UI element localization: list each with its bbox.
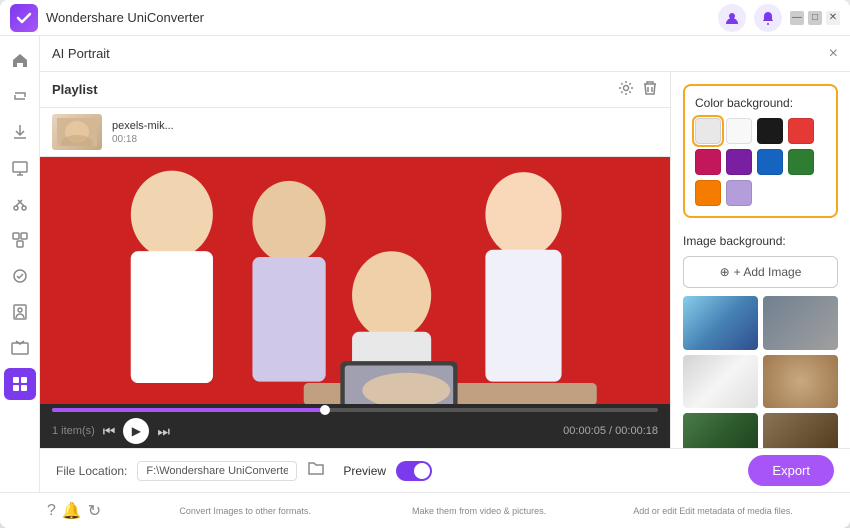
user-icon-btn[interactable] bbox=[718, 4, 746, 32]
file-location-label: File Location: bbox=[56, 464, 127, 478]
bg-image-5[interactable] bbox=[683, 413, 758, 448]
left-panel: Playlist bbox=[40, 72, 670, 448]
color-swatch-black[interactable] bbox=[757, 118, 783, 144]
help-icon[interactable]: ? bbox=[47, 502, 56, 520]
playlist-items: pexels-mik... 00:18 bbox=[40, 108, 670, 157]
color-background-label: Color background: bbox=[695, 96, 826, 110]
app-logo bbox=[10, 4, 38, 32]
app-title: Wondershare UniConverter bbox=[46, 10, 718, 25]
play-button[interactable]: ▶ bbox=[123, 418, 149, 444]
playlist-thumbnail bbox=[52, 114, 102, 150]
sidebar-item-screen[interactable] bbox=[4, 152, 36, 184]
right-panel: Color background: bbox=[670, 72, 850, 448]
footer-item-metadata: Add or edit Edit metadata of media files… bbox=[613, 506, 813, 516]
sidebar-item-tv[interactable] bbox=[4, 332, 36, 364]
add-icon: ⊕ bbox=[720, 265, 730, 279]
sidebar-item-convert[interactable] bbox=[4, 80, 36, 112]
sidebar-item-merge[interactable] bbox=[4, 224, 36, 256]
toggle-knob bbox=[414, 463, 430, 479]
playlist-header: Playlist bbox=[40, 72, 670, 108]
prev-button[interactable]: ⏮ bbox=[103, 423, 116, 440]
color-swatch-purple[interactable] bbox=[726, 149, 752, 175]
preview-label: Preview bbox=[343, 464, 386, 478]
current-time: 00:00:05 bbox=[563, 425, 606, 437]
footer-video-text: Make them from video & pictures. bbox=[412, 506, 546, 516]
refresh-icon[interactable]: ↻ bbox=[88, 501, 101, 521]
panel-header: AI Portrait × bbox=[40, 36, 850, 72]
next-button[interactable]: ⏭ bbox=[157, 423, 170, 440]
video-controls: 1 item(s) ⏮ ▶ ⏭ 00:00:05 / 00:00:18 bbox=[40, 404, 670, 448]
color-swatch-dark-blue[interactable] bbox=[757, 149, 783, 175]
controls-row: 1 item(s) ⏮ ▶ ⏭ 00:00:05 / 00:00:18 bbox=[52, 418, 658, 444]
color-grid bbox=[695, 118, 826, 206]
playlist-item-name: pexels-mik... bbox=[112, 120, 658, 132]
color-swatch-white[interactable] bbox=[726, 118, 752, 144]
progress-fill bbox=[52, 408, 325, 412]
file-path-input[interactable] bbox=[137, 461, 297, 481]
footer-convert-text: Convert Images to other formats. bbox=[179, 506, 311, 516]
app-footer: ? 🔔 ↻ Convert Images to other formats. M… bbox=[0, 492, 850, 528]
bg-images-grid bbox=[683, 296, 838, 448]
playlist-item-duration: 00:18 bbox=[112, 134, 658, 145]
footer-metadata-text: Add or edit Edit metadata of media files… bbox=[633, 506, 793, 516]
time-display: 00:00:05 / 00:00:18 bbox=[563, 425, 658, 437]
color-swatch-red[interactable] bbox=[788, 118, 814, 144]
playlist-delete-icon[interactable] bbox=[642, 80, 658, 100]
bg-image-2[interactable] bbox=[763, 296, 838, 350]
sidebar-item-portrait[interactable] bbox=[4, 296, 36, 328]
video-frame bbox=[40, 157, 670, 404]
playlist-settings-icon[interactable] bbox=[618, 80, 634, 100]
playlist-item-info: pexels-mik... 00:18 bbox=[112, 120, 658, 145]
thumbnail-image bbox=[52, 114, 102, 150]
folder-icon[interactable] bbox=[307, 459, 325, 482]
total-time: 00:00:18 bbox=[615, 425, 658, 437]
sidebar-item-cut[interactable] bbox=[4, 188, 36, 220]
bg-image-4[interactable] bbox=[763, 355, 838, 409]
progress-handle[interactable] bbox=[320, 405, 330, 415]
bell-icon[interactable]: 🔔 bbox=[62, 501, 82, 521]
progress-bar[interactable] bbox=[52, 408, 658, 412]
color-swatch-light-gray[interactable] bbox=[695, 118, 721, 144]
bg-image-3[interactable] bbox=[683, 355, 758, 409]
minimize-button[interactable]: — bbox=[790, 11, 804, 25]
sidebar-item-grid[interactable] bbox=[4, 368, 36, 400]
bottom-bar: File Location: Preview Export bbox=[40, 448, 850, 492]
title-bar-icons bbox=[718, 4, 782, 32]
sidebar bbox=[0, 36, 40, 492]
sidebar-item-download[interactable] bbox=[4, 116, 36, 148]
color-background-section: Color background: bbox=[683, 84, 838, 218]
image-background-section: Image background: ⊕ + Add Image bbox=[683, 234, 838, 448]
ai-portrait-panel: AI Portrait × Playlist bbox=[40, 36, 850, 448]
main-content: AI Portrait × Playlist bbox=[0, 36, 850, 492]
color-swatch-dark-green[interactable] bbox=[788, 149, 814, 175]
footer-item-convert: Convert Images to other formats. bbox=[145, 506, 345, 516]
preview-toggle[interactable] bbox=[396, 461, 432, 481]
window-controls: — □ ✕ bbox=[790, 11, 840, 25]
color-swatch-dark-pink[interactable] bbox=[695, 149, 721, 175]
panel-close-button[interactable]: × bbox=[829, 45, 838, 63]
list-item[interactable]: pexels-mik... 00:18 bbox=[40, 108, 670, 156]
sidebar-item-home[interactable] bbox=[4, 44, 36, 76]
close-button[interactable]: ✕ bbox=[826, 11, 840, 25]
bg-image-1[interactable] bbox=[683, 296, 758, 350]
item-count: 1 item(s) bbox=[52, 425, 95, 437]
maximize-button[interactable]: □ bbox=[808, 11, 822, 25]
video-preview: 1 item(s) ⏮ ▶ ⏭ 00:00:05 / 00:00:18 bbox=[40, 157, 670, 448]
panel-title: AI Portrait bbox=[52, 46, 829, 61]
bg-image-6[interactable] bbox=[763, 413, 838, 448]
color-swatch-lavender[interactable] bbox=[726, 180, 752, 206]
add-image-label: + Add Image bbox=[734, 265, 802, 279]
playlist-title: Playlist bbox=[52, 82, 610, 97]
color-swatch-orange[interactable] bbox=[695, 180, 721, 206]
add-image-button[interactable]: ⊕ + Add Image bbox=[683, 256, 838, 288]
footer-item-video: Make them from video & pictures. bbox=[379, 506, 579, 516]
panel-body: Playlist bbox=[40, 72, 850, 448]
title-bar: Wondershare UniConverter — □ ✕ bbox=[0, 0, 850, 36]
notification-icon-btn[interactable] bbox=[754, 4, 782, 32]
content-area: AI Portrait × Playlist bbox=[40, 36, 850, 492]
sidebar-item-watermark[interactable] bbox=[4, 260, 36, 292]
export-button[interactable]: Export bbox=[748, 455, 834, 486]
image-background-label: Image background: bbox=[683, 234, 838, 248]
